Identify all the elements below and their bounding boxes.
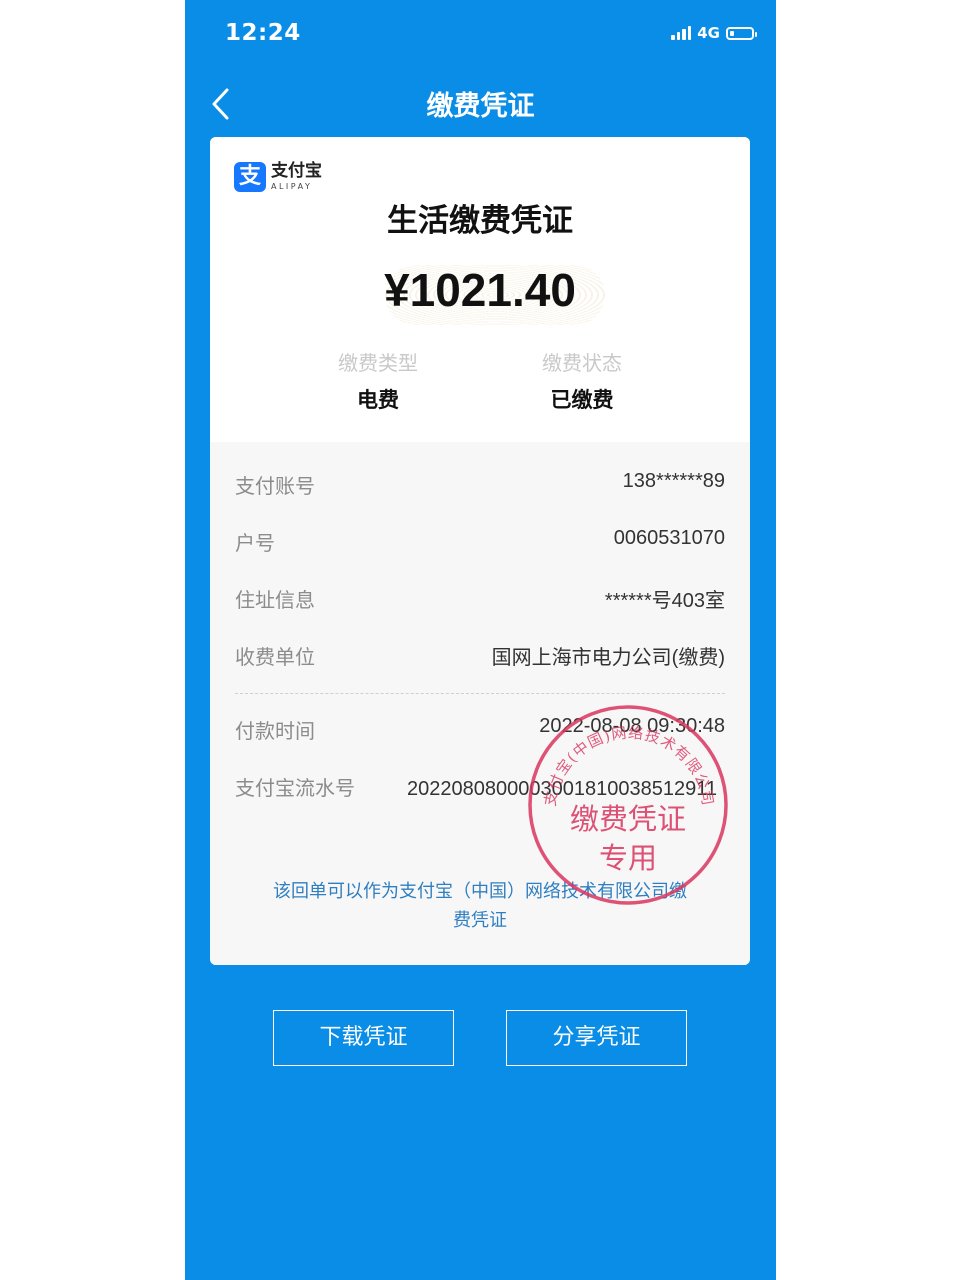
payment-amount: ¥1021.40 bbox=[384, 264, 576, 316]
alipay-logo-cn: 支付宝 bbox=[271, 161, 322, 181]
receipt-summary: 支 支付宝 ALIPAY 生活缴费凭证 ¥1021.40 缴费类型 电费 缴费状… bbox=[210, 137, 750, 442]
detail-label: 收费单位 bbox=[235, 645, 315, 669]
network-type: 4G bbox=[697, 24, 720, 42]
signal-icon bbox=[671, 26, 692, 40]
fee-type-label: 缴费类型 bbox=[338, 351, 418, 375]
detail-row-account: 支付账号 138******89 bbox=[235, 470, 725, 500]
fee-type: 缴费类型 电费 bbox=[288, 347, 468, 414]
detail-label: 付款时间 bbox=[235, 719, 315, 743]
fee-status-value: 已缴费 bbox=[550, 388, 614, 412]
receipt-card: 支 支付宝 ALIPAY 生活缴费凭证 ¥1021.40 缴费类型 电费 缴费状… bbox=[210, 137, 750, 965]
status-indicators: 4G bbox=[671, 24, 757, 42]
detail-row-household: 户号 0060531070 bbox=[235, 527, 725, 557]
amount-area: ¥1021.40 bbox=[210, 255, 750, 335]
detail-value: 0060531070 bbox=[613, 527, 725, 549]
share-receipt-button[interactable]: 分享凭证 bbox=[506, 1010, 687, 1066]
detail-value: ******号403室 bbox=[604, 590, 725, 612]
download-receipt-button[interactable]: 下载凭证 bbox=[273, 1010, 454, 1066]
alipay-logo-text: 支付宝 ALIPAY bbox=[271, 163, 322, 191]
fee-status: 缴费状态 已缴费 bbox=[492, 347, 672, 414]
page-title: 缴费凭证 bbox=[426, 91, 535, 122]
detail-value: 138******89 bbox=[622, 470, 725, 492]
phone-screen: 12:24 4G 缴费凭证 支 支付宝 ALIPAY 生活缴费凭证 ¥1021.… bbox=[185, 0, 776, 1280]
detail-row-pay-time: 付款时间 2022-08-08 09:30:48 bbox=[235, 715, 725, 745]
detail-row-payee: 收费单位 国网上海市电力公司(缴费) bbox=[235, 641, 725, 671]
detail-value: 国网上海市电力公司(缴费) bbox=[491, 647, 725, 669]
receipt-title: 生活缴费凭证 bbox=[387, 203, 573, 239]
left-margin bbox=[0, 0, 185, 1280]
detail-label: 支付宝流水号 bbox=[235, 776, 355, 800]
detail-label: 住址信息 bbox=[235, 588, 315, 612]
detail-row-address: 住址信息 ******号403室 bbox=[235, 584, 725, 614]
serial-number: 2022080800003001810038512911 bbox=[407, 778, 717, 800]
right-margin bbox=[776, 0, 960, 1280]
detail-label: 户号 bbox=[235, 531, 275, 555]
detail-label: 支付账号 bbox=[235, 474, 315, 498]
status-time: 12:24 bbox=[225, 20, 301, 46]
fee-status-label: 缴费状态 bbox=[542, 351, 622, 375]
alipay-logo: 支 支付宝 ALIPAY bbox=[234, 162, 322, 192]
receipt-note: 该回单可以作为支付宝（中国）网络技术有限公司缴费凭证 bbox=[273, 881, 687, 931]
detail-value: 2022-08-08 09:30:48 bbox=[539, 715, 725, 737]
fee-type-value: 电费 bbox=[357, 388, 399, 412]
dashed-divider bbox=[235, 693, 725, 694]
alipay-logo-icon: 支 bbox=[234, 162, 266, 192]
alipay-logo-en: ALIPAY bbox=[271, 182, 313, 191]
battery-icon bbox=[726, 26, 757, 40]
